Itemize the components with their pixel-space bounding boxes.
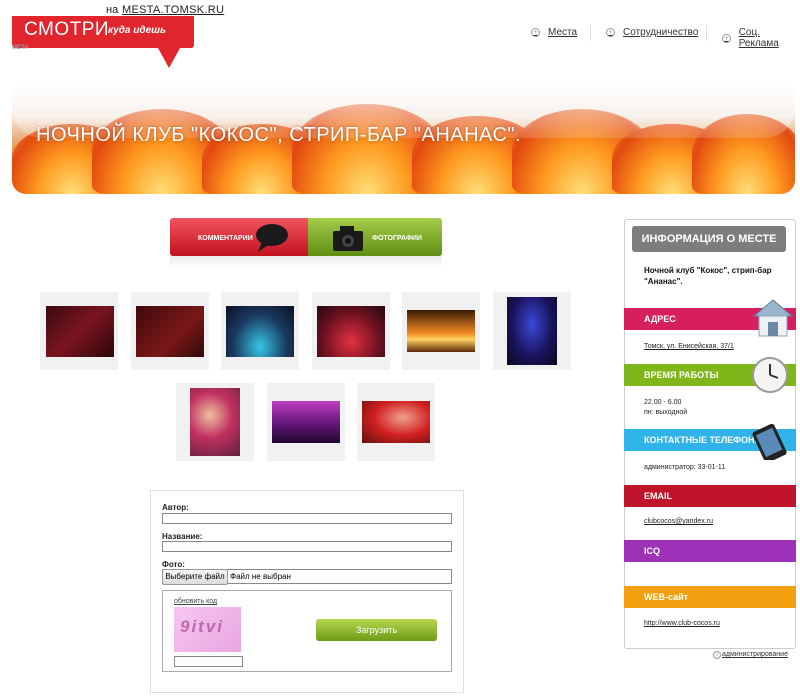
title-label: Название: [162, 532, 203, 541]
tab-label: ФОТОГРАФИИ [372, 235, 422, 242]
site-link[interactable]: MESTA.TOMSK.RU [122, 4, 224, 16]
web-header: WEB-сайт [624, 586, 796, 608]
photo-thumbnail[interactable] [357, 383, 435, 461]
phone-icon [752, 424, 787, 460]
nav-divider [706, 25, 707, 41]
logo-meta-text: META [12, 45, 29, 51]
photo-thumbnail[interactable] [221, 292, 299, 370]
camera-icon [333, 226, 363, 251]
author-label: Автор: [162, 503, 189, 512]
nav-label: Сотрудничество [623, 27, 699, 38]
captcha-input[interactable] [174, 656, 243, 667]
nav-label: Места [548, 27, 578, 38]
photo-thumbnail[interactable] [176, 383, 254, 461]
logo-prefix: на [106, 4, 119, 16]
admin-link[interactable]: администрирование [722, 651, 788, 658]
nav-item-social-ads[interactable]: + Соц. Реклама [722, 27, 800, 49]
place-name: Ночной клуб "Кокос", стрип-бар "Ананас". [644, 266, 772, 286]
refresh-captcha-link[interactable]: обновить код [174, 598, 217, 605]
nav-item-places[interactable]: + Места [531, 27, 577, 38]
photo-thumbnail[interactable] [40, 292, 118, 370]
logo-subtitle: куда идешь [108, 25, 166, 36]
tab-comments[interactable]: КОММЕНТАРИИ [170, 218, 308, 256]
plus-icon: + [531, 28, 540, 37]
tab-reflection [170, 256, 442, 268]
upload-button[interactable]: Загрузить [316, 619, 437, 641]
author-input[interactable] [162, 513, 452, 524]
days-off-text: пн: выходной [644, 409, 688, 416]
clock-icon [752, 357, 788, 393]
speech-bubble-icon [256, 224, 288, 252]
plus-icon: + [606, 28, 615, 37]
title-input[interactable] [162, 541, 452, 552]
photo-thumbnail[interactable] [312, 292, 390, 370]
icq-header: ICQ [624, 540, 796, 562]
photo-label: Фото: [162, 560, 185, 569]
tab-photos[interactable]: ФОТОГРАФИИ [308, 218, 442, 256]
house-icon [752, 299, 794, 337]
info-header: ИНФОРМАЦИЯ О МЕСТЕ [632, 226, 786, 252]
photo-thumbnail[interactable] [402, 292, 480, 370]
page-title: НОЧНОЙ КЛУБ "КОКОС", СТРИП-БАР "АНАНАС". [36, 124, 522, 146]
nav-item-cooperation[interactable]: + Сотрудничество [606, 27, 698, 38]
nav-divider [590, 25, 591, 41]
logo-main-text: СМОТРИ [24, 19, 110, 40]
photo-thumbnail[interactable] [131, 292, 209, 370]
plus-icon: + [722, 33, 731, 43]
tab-label: КОММЕНТАРИИ [198, 235, 253, 242]
phone-text: администратор: 33-01-11 [644, 464, 726, 471]
email-header: EMAIL [624, 485, 796, 507]
file-status: Файл не выбран [230, 572, 291, 581]
info-icon: i [713, 651, 721, 659]
choose-file-button[interactable]: Выберите файл [162, 569, 228, 585]
email-link[interactable]: clubcocos@yandex.ru [644, 518, 713, 525]
photo-thumbnail[interactable] [267, 383, 345, 461]
captcha-text: 9itvi [180, 617, 225, 636]
nav-label: Соц. Реклама [738, 27, 779, 49]
logo-arrow-icon [158, 48, 180, 68]
website-link[interactable]: http://www.club-cocos.ru [644, 620, 720, 627]
address-link[interactable]: Томск, ул. Енисейская, 37/1 [644, 343, 734, 350]
photo-thumbnail[interactable] [493, 292, 571, 370]
